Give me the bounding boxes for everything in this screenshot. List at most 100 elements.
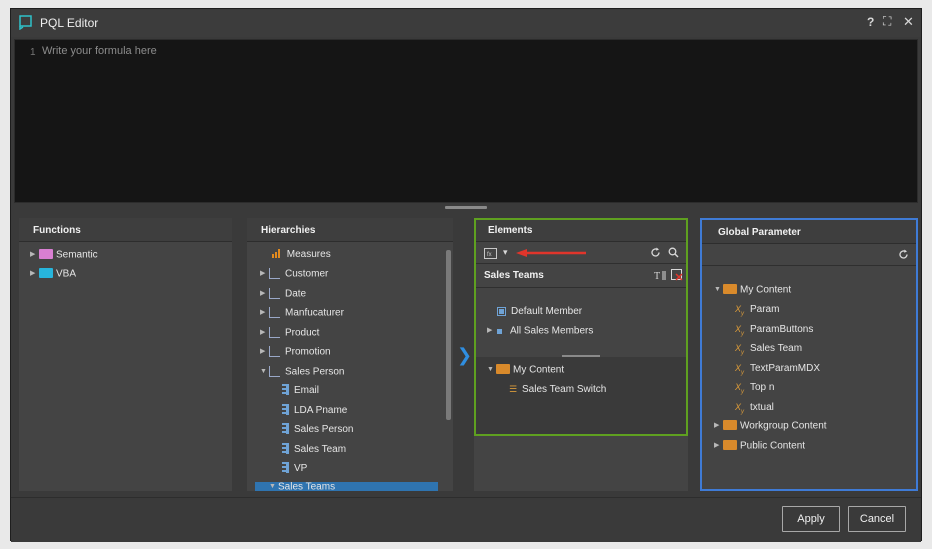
level-item-sales-person[interactable]: Sales Person — [282, 421, 353, 439]
hierarchy-item-manufacturer[interactable]: ▶ Manfucaturer — [260, 304, 344, 322]
collapse-caret-icon[interactable]: ▼ — [260, 363, 269, 381]
collapse-caret-icon[interactable]: ▼ — [487, 361, 496, 379]
dialog-footer: Apply Cancel — [11, 497, 921, 542]
list-param-icon: ☰ — [509, 384, 518, 394]
apply-button[interactable]: Apply — [782, 506, 840, 532]
hierarchy-icon — [269, 306, 280, 318]
level-icon — [282, 422, 286, 434]
clear-selection-icon[interactable] — [671, 269, 683, 281]
hierarchy-item-sales-teams[interactable]: ▼ Sales Teams — [269, 478, 335, 491]
hierarchy-item-promotion[interactable]: ▶ Promotion — [260, 343, 331, 361]
level-item-lda-pname[interactable]: LDA Pname — [282, 402, 347, 420]
content-sales-team-switch[interactable]: ☰ Sales Team Switch — [509, 380, 606, 398]
param-item[interactable]: Xy TextParamMDX — [735, 359, 820, 377]
svg-text:fx: fx — [487, 252, 492, 258]
expand-caret-icon[interactable]: ▶ — [260, 265, 269, 283]
level-icon — [282, 383, 286, 395]
user-folder-icon — [496, 364, 510, 374]
member-icon — [497, 328, 502, 334]
level-item-sales-team[interactable]: Sales Team — [282, 441, 346, 459]
annotation-arrow-icon — [516, 249, 586, 257]
content-my-content[interactable]: ▼ My Content — [487, 361, 564, 379]
elements-toolbar: fx ▾ — [474, 242, 688, 264]
svg-text:T: T — [654, 271, 660, 281]
function-folder-icon[interactable]: fx — [484, 248, 497, 259]
global-parameter-panel: Global Parameter ▼ My Content Xy Param Xy P… — [700, 218, 918, 491]
cancel-button[interactable]: Cancel — [848, 506, 906, 532]
expand-caret-icon[interactable]: ▶ — [714, 417, 723, 435]
hierarchy-icon — [269, 267, 280, 279]
hierarchy-item-customer[interactable]: ▶ Customer — [260, 265, 328, 283]
help-button[interactable]: ? — [867, 15, 874, 29]
hierarchy-item-sales-person[interactable]: ▼ Sales Person — [260, 363, 344, 381]
hierarchies-panel: Hierarchies Measures ▶ Customer ▶ Date ▶ Ma… — [247, 218, 453, 491]
measures-icon — [271, 248, 280, 258]
refresh-icon[interactable] — [650, 247, 661, 258]
text-filter-icon[interactable]: T — [654, 269, 667, 281]
hierarchy-icon — [269, 326, 280, 338]
public-folder-icon — [723, 440, 737, 450]
member-default[interactable]: Default Member — [497, 303, 582, 321]
hierarchy-item-measures[interactable]: Measures — [260, 246, 331, 264]
member-icon — [497, 306, 506, 316]
param-item[interactable]: Xy ParamButtons — [735, 320, 813, 338]
gp-my-content[interactable]: ▼ My Content — [714, 281, 791, 299]
level-icon — [282, 442, 286, 454]
window-title: PQL Editor — [40, 16, 99, 30]
collapse-caret-icon[interactable]: ▼ — [269, 478, 278, 491]
hierarchy-icon — [269, 345, 280, 357]
element-type-dropdown[interactable]: ▾ — [503, 247, 508, 258]
member-all-sales[interactable]: ▶ All Sales Members — [487, 322, 593, 340]
expand-caret-icon[interactable]: ▶ — [260, 343, 269, 361]
gp-workgroup-content[interactable]: ▶ Workgroup Content — [714, 417, 827, 435]
pql-editor-dialog: PQL Editor ? ⛶ ✕ 1 Write your formula he… — [10, 8, 922, 542]
formula-placeholder: Write your formula here — [42, 45, 157, 57]
elements-title: Elements — [474, 218, 688, 242]
functions-panel: Functions ▶ Semantic ▶ VBA — [19, 218, 232, 491]
collapse-panel-icon[interactable]: ❯ — [457, 345, 472, 366]
level-item-email[interactable]: Email — [282, 382, 319, 400]
hierarchy-icon — [269, 365, 280, 377]
global-parameter-title: Global Parameter — [702, 220, 916, 244]
global-parameter-toolbar — [702, 244, 916, 266]
title-bar: PQL Editor ? ⛶ ✕ — [11, 9, 921, 37]
close-button[interactable]: ✕ — [903, 14, 914, 30]
gp-public-content[interactable]: ▶ Public Content — [714, 437, 805, 455]
group-folder-icon — [723, 420, 737, 430]
function-item-semantic[interactable]: ▶ Semantic — [30, 246, 98, 264]
hierarchy-item-product[interactable]: ▶ Product — [260, 324, 319, 342]
expand-caret-icon[interactable]: ▶ — [487, 322, 496, 340]
function-item-vba[interactable]: ▶ VBA — [30, 265, 76, 283]
level-icon — [282, 403, 286, 415]
hierarchies-scrollbar[interactable] — [446, 250, 451, 420]
formula-editor[interactable]: 1 Write your formula here — [14, 39, 918, 203]
hierarchy-name: Sales Teams — [484, 270, 544, 281]
param-item[interactable]: Xy txtual — [735, 398, 774, 416]
expand-caret-icon[interactable]: ▶ — [260, 304, 269, 322]
level-item-vp[interactable]: VP — [282, 460, 307, 478]
param-item[interactable]: Xy Param — [735, 300, 779, 318]
line-number: 1 — [30, 47, 36, 58]
search-icon[interactable] — [668, 247, 679, 258]
hierarchy-icon — [269, 287, 280, 299]
expand-caret-icon[interactable]: ▶ — [30, 265, 39, 283]
folder-icon — [39, 249, 53, 259]
user-folder-icon — [723, 284, 737, 294]
pql-editor-icon — [19, 15, 32, 30]
param-item[interactable]: Xy Top n — [735, 378, 774, 396]
hierarchy-item-date[interactable]: ▶ Date — [260, 285, 306, 303]
refresh-icon[interactable] — [898, 249, 909, 260]
folder-icon — [39, 268, 53, 278]
level-icon — [282, 461, 286, 473]
expand-caret-icon[interactable]: ▶ — [714, 437, 723, 455]
expand-caret-icon[interactable]: ▶ — [260, 285, 269, 303]
collapse-caret-icon[interactable]: ▼ — [714, 281, 723, 299]
param-item[interactable]: Xy Sales Team — [735, 339, 802, 357]
editor-splitter-handle[interactable] — [445, 206, 487, 209]
maximize-button[interactable]: ⛶ — [883, 14, 891, 29]
expand-caret-icon[interactable]: ▶ — [30, 246, 39, 264]
hierarchies-title: Hierarchies — [247, 218, 453, 242]
expand-caret-icon[interactable]: ▶ — [260, 324, 269, 342]
functions-title: Functions — [19, 218, 232, 242]
elements-panel: Elements fx ▾ Sales Teams T Default Memb… — [474, 218, 688, 491]
